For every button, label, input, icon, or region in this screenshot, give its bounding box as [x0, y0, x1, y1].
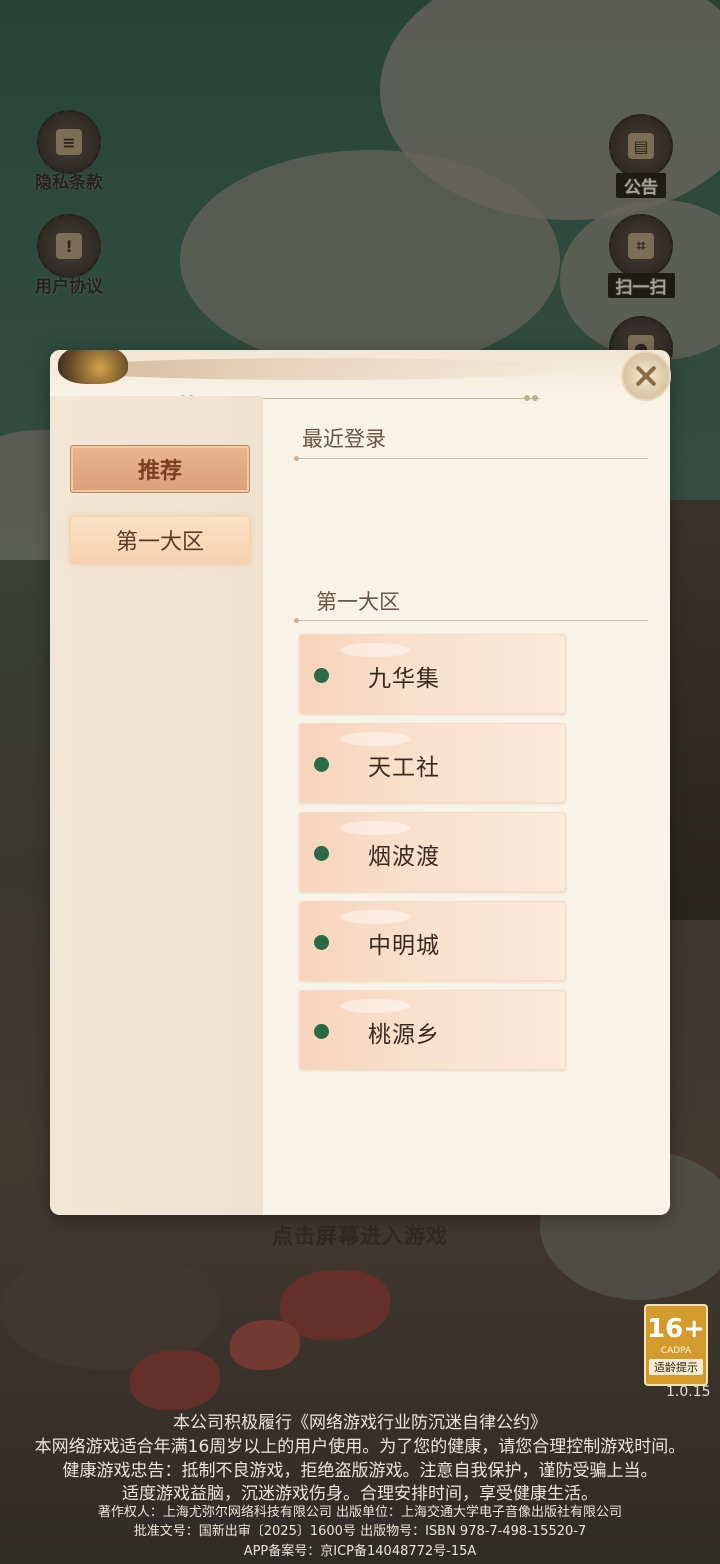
- status-online-icon: [314, 757, 329, 772]
- server-item[interactable]: 九华集: [299, 634, 566, 714]
- server-item[interactable]: 天工社: [299, 723, 566, 803]
- server-item[interactable]: 中明城: [299, 901, 566, 981]
- legal-line: 著作权人：上海尤弥尔网络科技有限公司 出版单位：上海交通大学电子音像出版社有限公…: [97, 1505, 623, 1520]
- legal-line: 批准文号：国新出审〔2025〕1600号 出版物号：ISBN 978-7-498…: [133, 1524, 587, 1539]
- legal-line: 本网络游戏适合年满16周岁以上的用户使用。为了您的健康，请您合理控制游戏时间。: [34, 1437, 686, 1457]
- age-rating-value: 16+: [647, 1314, 705, 1344]
- server-name: 中明城: [368, 933, 440, 959]
- tap-to-start-prompt[interactable]: 点击屏幕进入游戏: [0, 1220, 720, 1250]
- status-online-icon: [314, 1024, 329, 1039]
- region-tabs: 推荐 第一大区: [50, 396, 263, 1215]
- legal-line: APP备案号：京ICP备14048772号-15A: [243, 1544, 477, 1559]
- close-dialog-button[interactable]: [621, 351, 671, 401]
- tab-recommended[interactable]: 推荐: [70, 445, 250, 493]
- version-label: 1.0.15: [666, 1384, 711, 1400]
- age-rating-org: CADPA: [660, 1346, 692, 1356]
- recent-divider: [294, 456, 648, 461]
- legal-line: 健康游戏忠告：抵制不良游戏，拒绝盗版游戏。注意自我保护，谨防受骗上当。: [62, 1461, 658, 1481]
- status-online-icon: [314, 846, 329, 861]
- ink-decoration-icon: [58, 350, 128, 384]
- server-select-dialog: 推荐 第一大区 最近登录 第一大区 九华集 天工社 烟波渡 中明城 桃源乡: [50, 350, 670, 1215]
- close-icon: [633, 363, 659, 389]
- legal-line: 本公司积极履行《网络游戏行业防沉迷自律公约》: [173, 1413, 547, 1433]
- server-item[interactable]: 桃源乡: [299, 990, 566, 1070]
- dialog-header: [50, 350, 670, 401]
- region-title: 第一大区: [316, 590, 400, 614]
- server-name: 九华集: [368, 666, 440, 692]
- server-name: 烟波渡: [368, 844, 440, 870]
- age-rating-tip: 适龄提示: [649, 1359, 703, 1375]
- server-item[interactable]: 烟波渡: [299, 812, 566, 892]
- age-rating-badge[interactable]: 16+ CADPA 适龄提示: [644, 1304, 708, 1386]
- recent-login-title: 最近登录: [302, 427, 386, 451]
- server-name: 桃源乡: [368, 1022, 440, 1048]
- tab-region-1[interactable]: 第一大区: [70, 516, 250, 564]
- region-divider: [294, 618, 648, 623]
- status-online-icon: [314, 668, 329, 683]
- server-name: 天工社: [368, 755, 440, 781]
- status-online-icon: [314, 935, 329, 950]
